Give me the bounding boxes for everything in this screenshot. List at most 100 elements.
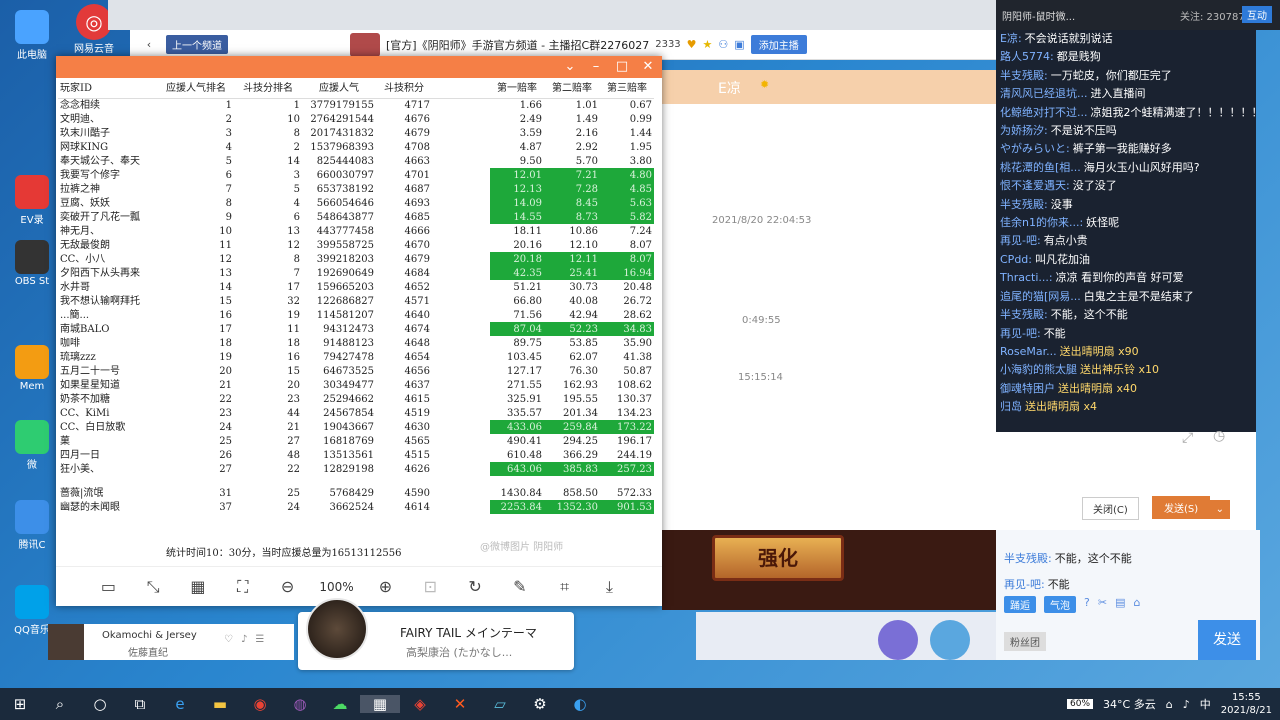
browser-icon[interactable]: ◐ [560, 695, 600, 713]
scissors-icon[interactable]: ✂ [1098, 596, 1107, 613]
close-dialog-button[interactable]: 关闭(C) [1082, 497, 1139, 520]
video-icon[interactable]: ▣ [734, 38, 744, 51]
zoom-out-icon[interactable]: ⊖ [275, 577, 301, 596]
notes-icon[interactable]: ▱ [480, 695, 520, 713]
weather[interactable]: 34°C 多云 [1103, 696, 1156, 712]
table-cell: 8 [293, 253, 300, 265]
moon-avatar[interactable] [930, 620, 970, 660]
volume-icon[interactable]: ♪ [1183, 698, 1190, 711]
chat-username[interactable]: 半支残殿: [1000, 198, 1048, 211]
desktop-icon[interactable]: 微 [8, 420, 56, 471]
chat-username[interactable]: 化鲸绝对打不过... [1000, 106, 1088, 119]
chat-username[interactable]: 恨不逢爱遇天: [1000, 179, 1070, 192]
enhance-button[interactable]: 强化 [712, 535, 844, 581]
edge-icon[interactable]: e [160, 695, 200, 713]
chat-username[interactable]: RoseMar... [1000, 345, 1057, 358]
desktop-icon[interactable]: EV录 [8, 175, 56, 226]
chat-username[interactable]: 再见-吧: [1000, 327, 1041, 340]
fullscreen-icon[interactable]: ⛶ [230, 577, 256, 597]
chat-username[interactable]: 再见-吧: [1004, 578, 1045, 591]
chat-username[interactable]: 清风风已经退坑... [1000, 87, 1088, 100]
download-icon[interactable]: ⤓ [596, 577, 622, 597]
chat-username[interactable]: 桃花潭的鱼[相... [1000, 161, 1081, 174]
chat-username[interactable]: 半支残殿: [1000, 69, 1048, 82]
send-button[interactable]: 发送 [1198, 620, 1256, 660]
obs-icon[interactable]: ◍ [280, 695, 320, 713]
chat-username[interactable]: 御魂特困户 [1000, 382, 1055, 395]
chat-username[interactable]: 再见-吧: [1000, 234, 1041, 247]
table-cell: 1.01 [575, 99, 598, 111]
chat-username[interactable]: 路人5774: [1000, 50, 1054, 63]
chrome-icon[interactable]: ◉ [240, 695, 280, 713]
desktop-icon[interactable]: Mem [8, 345, 56, 392]
gift-icon[interactable]: ⌂ [1133, 596, 1140, 613]
chat-username[interactable]: Thracti...: [1000, 271, 1053, 284]
table-cell: 17 [219, 323, 232, 335]
desktop-icon[interactable]: OBS St [8, 240, 56, 287]
like-icon[interactable]: ♡ [224, 634, 233, 645]
dafu-avatar[interactable] [878, 620, 918, 660]
clock[interactable]: 15:55 2021/8/21 [1221, 691, 1272, 717]
playlist-icon[interactable]: ☰ [255, 634, 264, 645]
edit-icon[interactable]: ✎ [507, 577, 533, 596]
back-icon[interactable]: ‹ [138, 35, 160, 55]
chat-username[interactable]: 追尾的猫[网易... [1000, 290, 1081, 303]
crop-icon[interactable]: ⌗ [552, 577, 578, 597]
clock-icon[interactable]: ◷ [1213, 428, 1225, 444]
fan-group-button[interactable]: 粉丝团 [1004, 632, 1046, 651]
xmind-icon[interactable]: ✕ [440, 695, 480, 713]
battery-indicator[interactable]: 60% [1067, 699, 1094, 709]
steam-icon[interactable]: ⚙ [520, 695, 560, 713]
desktop-icon[interactable]: 腾讯C [8, 500, 56, 551]
maximize-icon[interactable]: □ [611, 56, 633, 78]
close-icon[interactable]: ✕ [637, 56, 659, 78]
heart-icon[interactable]: ♥ [687, 38, 697, 51]
chevron-down-icon[interactable]: ⌄ [559, 56, 581, 78]
chat-username[interactable]: 归岛 [1000, 400, 1022, 413]
network-icon[interactable]: ⌂ [1166, 698, 1173, 711]
image-icon[interactable]: ▤ [1115, 596, 1125, 613]
thumbnail-icon[interactable]: ▭ [95, 577, 121, 596]
table-cell: 195.55 [563, 393, 598, 405]
rotate-icon[interactable]: ↻ [462, 577, 488, 596]
bubble-tag[interactable]: 气泡 [1044, 596, 1076, 613]
chat-username[interactable]: 佳余n1的你来...: [1000, 216, 1083, 229]
chat-username[interactable]: 半支残殿: [1004, 552, 1052, 565]
zoom-in-icon[interactable]: ⊕ [372, 577, 398, 596]
ime-indicator[interactable]: 中 [1200, 696, 1211, 712]
group-icon[interactable]: ⚇ [718, 38, 728, 51]
search-icon[interactable]: ⌕ [40, 695, 80, 713]
chat-username[interactable]: 小海豹的熊太腿 [1000, 363, 1077, 376]
add-anchor-button[interactable]: 添加主播 [750, 35, 807, 54]
chat-username[interactable]: E凉: [1000, 32, 1022, 45]
minimize-icon[interactable]: – [585, 56, 607, 78]
column-header: 斗技分排名 [234, 80, 302, 99]
expand-icon[interactable]: ⤢ [1182, 430, 1193, 446]
table-cell: 16 [287, 351, 300, 363]
viewer-app-icon[interactable]: ▦ [360, 695, 400, 713]
meet-tag[interactable]: 踊逅 [1004, 596, 1036, 613]
prev-channel-button[interactable]: 上一个频道 [166, 35, 228, 54]
fit-icon[interactable]: ⤡ [140, 577, 166, 597]
volume-icon[interactable]: ♪ [241, 634, 247, 645]
actual-size-icon[interactable]: ⊡ [417, 577, 443, 596]
chat-username[interactable]: やがみらいと: [1000, 142, 1070, 155]
table-cell: 10.86 [569, 225, 598, 237]
chat-username[interactable]: 为娇扬汐: [1000, 124, 1048, 137]
star-icon[interactable]: ★ [703, 38, 713, 51]
chat-username[interactable]: 半支残殿: [1000, 308, 1048, 321]
explorer-icon[interactable]: ▬ [200, 695, 240, 713]
table-cell: 5.63 [600, 196, 654, 210]
game-app-icon[interactable]: ◈ [400, 695, 440, 713]
ocr-icon[interactable]: ▦ [185, 577, 211, 596]
desktop-icon[interactable]: 此电脑 [8, 10, 56, 61]
wechat-icon[interactable]: ☁ [320, 695, 360, 713]
task-view-icon[interactable]: ⧉ [120, 695, 160, 713]
chat-username[interactable]: CPdd: [1000, 253, 1032, 266]
send-dialog-button[interactable]: 发送(S) [1152, 496, 1211, 519]
question-icon[interactable]: ? [1084, 596, 1090, 613]
cortana-icon[interactable]: ○ [80, 695, 120, 713]
send-options-chevron-icon[interactable]: ⌄ [1209, 500, 1231, 519]
interact-button[interactable]: 互动 [1242, 6, 1272, 23]
windows-start-icon[interactable]: ⊞ [0, 695, 40, 713]
